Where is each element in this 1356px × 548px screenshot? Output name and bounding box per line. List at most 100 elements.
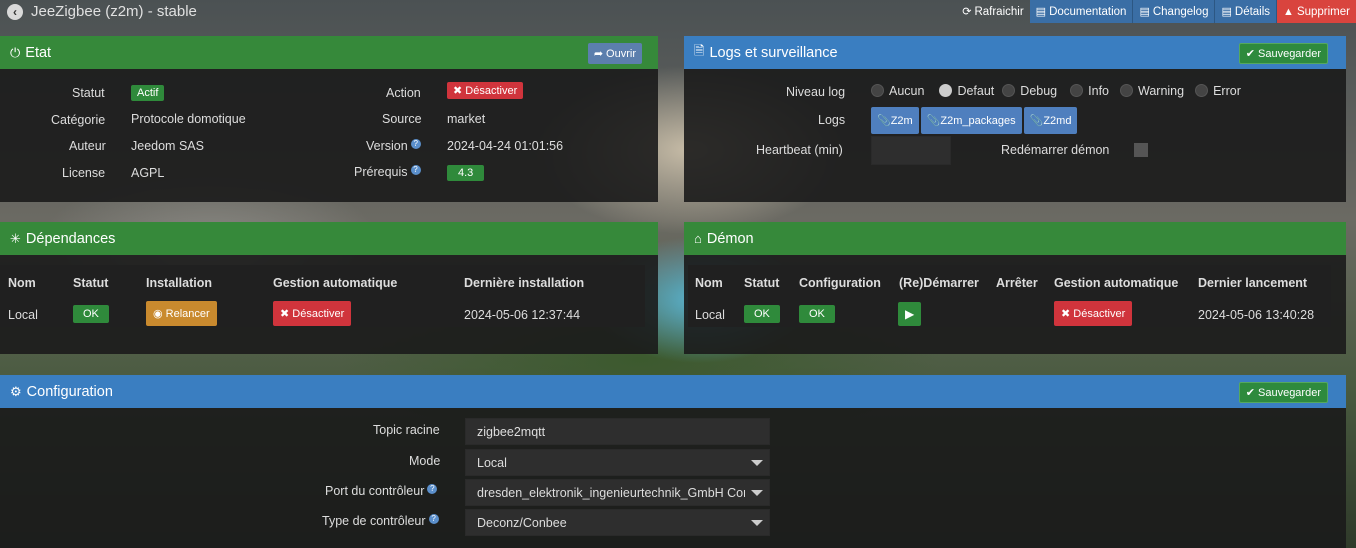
source-value: market [447, 112, 486, 126]
col-gestion: Gestion automatique [273, 276, 398, 290]
log-z2m-button[interactable]: 📎Z2m [871, 107, 919, 134]
bank-icon: ⌂ [694, 231, 702, 246]
source-label: Source [382, 112, 422, 126]
close-icon: ✖ [280, 308, 290, 320]
categorie-label: Catégorie [51, 113, 106, 127]
demon-header: ⌂ Démon [684, 222, 1346, 255]
paperclip-icon: 📎 [877, 115, 891, 127]
help-icon[interactable]: ? [427, 484, 438, 494]
check-icon: ✔ [1245, 48, 1255, 60]
certificate-icon: ✳ [10, 230, 21, 246]
book-icon: ▤ [1035, 6, 1047, 18]
auteur-value: Jeedom SAS [131, 139, 204, 153]
book-icon: ▤ [1139, 6, 1150, 18]
close-icon: ✖ [453, 85, 463, 97]
toolbar: ⟳ Rafraichir ▤ Documentation ▤ Changelog… [956, 0, 1356, 23]
restart-daemon-button[interactable]: ▶ [898, 302, 922, 326]
documentation-button[interactable]: ▤ Documentation [1029, 0, 1134, 23]
statut-label: Statut [72, 86, 105, 100]
back-icon[interactable]: ‹ [7, 4, 23, 20]
action-label: Action [386, 86, 421, 100]
save-config-button[interactable]: ✔ Sauvegarder [1238, 382, 1328, 403]
check-icon: ✔ [1245, 387, 1255, 399]
prerequis-badge: 4.3 [447, 165, 485, 181]
prerequis-label: Prérequis? [354, 165, 421, 179]
radio-defaut[interactable]: Defaut [939, 84, 994, 98]
col-derniere: Dernière installation [464, 276, 585, 290]
dep-status-badge: OK [73, 305, 109, 323]
demon-panel: ⌂ Démon Nom Statut Configuration (Re)Dém… [684, 222, 1346, 354]
col-dernier: Dernier lancement [1198, 276, 1308, 290]
log-z2md-button[interactable]: 📎Z2md [1023, 107, 1078, 134]
share-icon: ➦ [593, 48, 604, 60]
chevron-down-icon [751, 520, 763, 526]
radio-warning[interactable]: Warning [1120, 84, 1184, 98]
close-icon: ✖ [1061, 308, 1071, 320]
radio-info[interactable]: Info [1070, 84, 1109, 98]
delete-button[interactable]: ▲ Supprimer [1277, 0, 1356, 23]
col-nom: Nom [695, 276, 723, 290]
trash-icon: ▲ [1283, 5, 1294, 18]
type-select[interactable]: Deconz/Conbee [465, 509, 770, 536]
col-redemarrer: (Re)Démarrer [899, 276, 979, 290]
logs-panel: 🗎 Logs et surveillance ✔ Sauvegarder Niv… [684, 36, 1346, 202]
demon-date: 2024-05-06 13:40:28 [1198, 308, 1315, 322]
help-icon[interactable]: ? [410, 139, 421, 149]
version-value: 2024-04-24 01:01:56 [447, 139, 564, 153]
heartbeat-label: Heartbeat (min) [756, 143, 843, 157]
license-value: AGPL [131, 166, 165, 180]
categorie-value: Protocole domotique [131, 112, 246, 126]
disable-plugin-button[interactable]: ✖ Désactiver [447, 82, 524, 99]
dep-nom: Local [8, 308, 38, 322]
auteur-label: Auteur [69, 139, 106, 153]
mode-select[interactable]: Local [465, 449, 770, 476]
topic-label: Topic racine [373, 423, 440, 437]
radio-error[interactable]: Error [1195, 84, 1241, 98]
etat-header: ⏻ Etat [0, 36, 658, 69]
license-label: License [62, 166, 106, 180]
col-configuration: Configuration [799, 276, 881, 290]
port-label: Port du contrôleur? [325, 484, 438, 498]
refresh-button[interactable]: ⟳ Rafraichir [956, 0, 1029, 23]
changelog-button[interactable]: ▤ Changelog [1133, 0, 1216, 23]
open-button[interactable]: ➦ Ouvrir [587, 43, 642, 64]
radio-aucun[interactable]: Aucun [871, 84, 924, 98]
niveau-log-label: Niveau log [786, 85, 846, 99]
statut-badge: Actif [131, 85, 165, 101]
play-icon: ▶ [905, 307, 915, 321]
etat-panel: ⏻ Etat ➦ Ouvrir Statut Actif Catégorie P… [0, 36, 658, 202]
refresh-icon: ⟳ [962, 6, 972, 18]
file-icon: 🗎 [694, 42, 705, 58]
restart-checkbox[interactable] [1134, 143, 1148, 157]
type-label: Type de contrôleur? [322, 514, 439, 528]
page-title: JeeZigbee (z2m) - stable [31, 3, 197, 20]
logs-label: Logs [818, 113, 846, 127]
topic-input[interactable]: zigbee2mqtt [465, 418, 770, 445]
col-arreter: Arrêter [996, 276, 1038, 290]
radio-debug[interactable]: Debug [1002, 84, 1057, 98]
relaunch-button[interactable]: ◉ Relancer [146, 301, 217, 326]
dep-disable-button[interactable]: ✖ Désactiver [273, 301, 352, 326]
save-logs-button[interactable]: ✔ Sauvegarder [1238, 43, 1328, 64]
configuration-panel: ⚙ Configuration ✔ Sauvegarder Topic raci… [0, 375, 1346, 548]
help-icon[interactable]: ? [410, 165, 421, 175]
demon-status-badge: OK [744, 305, 780, 323]
col-statut: Statut [73, 276, 109, 290]
book-icon: ▤ [1221, 6, 1232, 18]
details-button[interactable]: ▤ Détails [1215, 0, 1278, 23]
power-icon: ⏻ [10, 44, 21, 60]
dependances-header: ✳ Dépendances [0, 222, 658, 255]
col-gestion: Gestion automatique [1054, 276, 1179, 290]
mode-label: Mode [409, 454, 441, 468]
log-z2m-packages-button[interactable]: 📎Z2m_packages [920, 107, 1022, 134]
configuration-header: ⚙ Configuration [0, 375, 1346, 408]
col-installation: Installation [146, 276, 212, 290]
chevron-down-icon [751, 460, 763, 466]
heartbeat-input[interactable] [871, 136, 951, 165]
paperclip-icon: 📎 [1029, 115, 1044, 127]
cogs-icon: ⚙ [10, 383, 22, 399]
top-bar: ‹ JeeZigbee (z2m) - stable ⟳ Rafraichir … [0, 0, 1356, 24]
demon-disable-button[interactable]: ✖ Désactiver [1054, 301, 1133, 326]
port-select[interactable]: dresden_elektronik_ingenieurtechnik_GmbH… [465, 479, 770, 506]
help-icon[interactable]: ? [428, 514, 439, 524]
